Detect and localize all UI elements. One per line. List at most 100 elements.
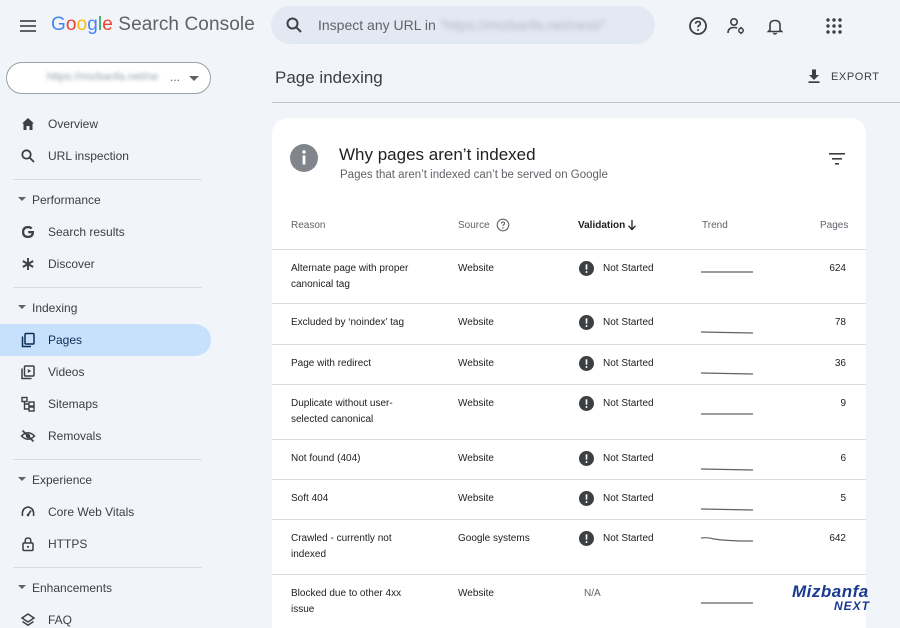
sidebar-divider bbox=[13, 567, 202, 568]
sort-arrow-down-icon[interactable] bbox=[626, 219, 638, 231]
sidebar-divider bbox=[13, 179, 202, 180]
row-validation-status: Not Started bbox=[603, 317, 654, 328]
sidebar-section-experience[interactable]: Experience bbox=[0, 468, 211, 492]
row-source: Website bbox=[458, 588, 494, 599]
exclamation-circle-icon bbox=[579, 531, 594, 546]
property-selector[interactable]: https://mizbanfa.net/ne ... bbox=[6, 62, 211, 94]
sidebar-item-pages[interactable]: Pages bbox=[0, 324, 211, 356]
hamburger-menu-icon[interactable] bbox=[18, 16, 38, 36]
table-row[interactable]: Duplicate without user-selected canonica… bbox=[272, 385, 866, 440]
row-trend-sparkline bbox=[700, 468, 754, 471]
row-validation-status: N/A bbox=[584, 588, 601, 599]
notifications-bell-icon[interactable] bbox=[765, 16, 785, 36]
row-pages-count: 5 bbox=[840, 493, 846, 504]
url-inspect-search[interactable]: Inspect any URL in "https://mizbanfa.net… bbox=[271, 6, 655, 44]
row-pages-count: 78 bbox=[834, 317, 846, 328]
row-reason: Crawled - currently not indexed bbox=[291, 533, 392, 560]
sidebar-item-core-web-vitals[interactable]: Core Web Vitals bbox=[0, 496, 211, 528]
row-pages-count: 9 bbox=[840, 398, 846, 409]
sidebar-item-https[interactable]: HTTPS bbox=[0, 528, 211, 560]
row-pages-count: 624 bbox=[829, 263, 846, 274]
row-reason: Not found (404) bbox=[291, 453, 361, 464]
row-trend-sparkline bbox=[701, 602, 753, 604]
column-header-validation[interactable]: Validation bbox=[578, 220, 625, 231]
card-title: Why pages aren’t indexed bbox=[339, 145, 536, 164]
search-input[interactable]: Inspect any URL in "https://mizbanfa.net… bbox=[318, 17, 606, 33]
eye-off-icon bbox=[20, 429, 36, 443]
row-trend-sparkline bbox=[701, 271, 753, 273]
app-logo[interactable]: Google Search Console bbox=[51, 14, 255, 36]
download-icon bbox=[808, 69, 820, 83]
row-trend-sparkline bbox=[700, 331, 754, 334]
sidebar-item-url-inspection[interactable]: URL inspection bbox=[0, 140, 211, 172]
help-icon[interactable] bbox=[688, 16, 708, 36]
export-button[interactable]: EXPORT bbox=[806, 68, 879, 88]
pages-icon bbox=[21, 332, 35, 348]
row-validation-status: Not Started bbox=[603, 263, 654, 274]
table-row[interactable]: Not found (404) Website Not Started 6 bbox=[272, 440, 866, 480]
caret-down-icon bbox=[18, 585, 26, 589]
table-row[interactable]: Alternate page with proper canonical tag… bbox=[272, 250, 866, 304]
video-icon bbox=[21, 365, 35, 380]
exclamation-circle-icon bbox=[579, 451, 594, 466]
sidebar-section-indexing[interactable]: Indexing bbox=[0, 296, 211, 320]
google-g-icon bbox=[22, 226, 34, 238]
sidebar-section-enhancements[interactable]: Enhancements bbox=[0, 576, 211, 600]
home-icon bbox=[22, 118, 34, 130]
sidebar-item-sitemaps[interactable]: Sitemaps bbox=[0, 388, 211, 420]
layers-icon bbox=[20, 613, 36, 627]
row-validation-status: Not Started bbox=[603, 453, 654, 464]
row-pages-count: 36 bbox=[834, 358, 846, 369]
exclamation-circle-icon bbox=[579, 261, 594, 276]
sidebar-divider bbox=[13, 287, 202, 288]
row-pages-count: 642 bbox=[829, 533, 846, 544]
help-icon[interactable] bbox=[496, 218, 510, 232]
row-source: Website bbox=[458, 263, 494, 274]
exclamation-circle-icon bbox=[579, 491, 594, 506]
sidebar-item-removals[interactable]: Removals bbox=[0, 420, 211, 452]
caret-down-icon bbox=[18, 477, 26, 481]
row-source: Website bbox=[458, 317, 494, 328]
row-trend-sparkline bbox=[700, 508, 754, 511]
table-row[interactable]: Page with redirect Website Not Started 36 bbox=[272, 345, 866, 385]
sitemap-icon bbox=[21, 396, 35, 412]
column-header-source: Source bbox=[458, 220, 490, 231]
row-reason: Soft 404 bbox=[291, 493, 329, 504]
row-source: Website bbox=[458, 398, 494, 409]
row-validation-status: Not Started bbox=[603, 358, 654, 369]
row-trend-sparkline bbox=[700, 537, 753, 542]
row-trend-sparkline bbox=[701, 413, 753, 415]
apps-grid-icon[interactable] bbox=[824, 16, 844, 36]
card-subtitle: Pages that aren’t indexed can’t be serve… bbox=[340, 169, 608, 181]
property-url: https://mizbanfa.net/ne bbox=[47, 71, 159, 83]
search-icon bbox=[286, 17, 302, 33]
manage-users-icon[interactable] bbox=[726, 16, 746, 36]
sidebar-item-discover[interactable]: Discover bbox=[0, 248, 211, 280]
row-reason: Excluded by ‘noindex’ tag bbox=[291, 317, 405, 328]
search-property-blurred: "https://mizbanfa.net/next/" bbox=[439, 17, 607, 33]
asterisk-icon bbox=[22, 258, 34, 270]
row-source: Website bbox=[458, 358, 494, 369]
sidebar-section-performance[interactable]: Performance bbox=[0, 188, 211, 212]
table-row[interactable]: Blocked due to other 4xx issue Website N/A bbox=[272, 575, 866, 628]
exclamation-circle-icon bbox=[579, 356, 594, 371]
column-header-trend: Trend bbox=[702, 220, 728, 231]
table-row[interactable]: Crawled - currently not indexed Google sy… bbox=[272, 520, 866, 575]
sidebar-divider bbox=[13, 459, 202, 460]
row-validation-status: Not Started bbox=[603, 493, 654, 504]
row-validation-status: Not Started bbox=[603, 533, 654, 544]
table-row[interactable]: Soft 404 Website Not Started 5 bbox=[272, 480, 866, 520]
lock-icon bbox=[22, 537, 34, 552]
sidebar-item-search-results[interactable]: Search results bbox=[0, 216, 211, 248]
row-reason: Duplicate without user-selected canonica… bbox=[291, 398, 393, 425]
property-ellipsis: ... bbox=[170, 70, 181, 84]
table-row[interactable]: Excluded by ‘noindex’ tag Website Not Star… bbox=[272, 304, 866, 345]
sidebar-item-overview[interactable]: Overview bbox=[0, 108, 211, 140]
row-pages-count: 6 bbox=[840, 453, 846, 464]
watermark-logo: Mizbanfa NEXT bbox=[792, 582, 871, 613]
row-reason: Blocked due to other 4xx issue bbox=[291, 588, 402, 615]
sidebar-item-videos[interactable]: Videos bbox=[0, 356, 211, 388]
sidebar-item-faq[interactable]: FAQ bbox=[0, 604, 211, 628]
caret-down-icon bbox=[18, 197, 26, 201]
filter-icon[interactable] bbox=[828, 152, 846, 166]
